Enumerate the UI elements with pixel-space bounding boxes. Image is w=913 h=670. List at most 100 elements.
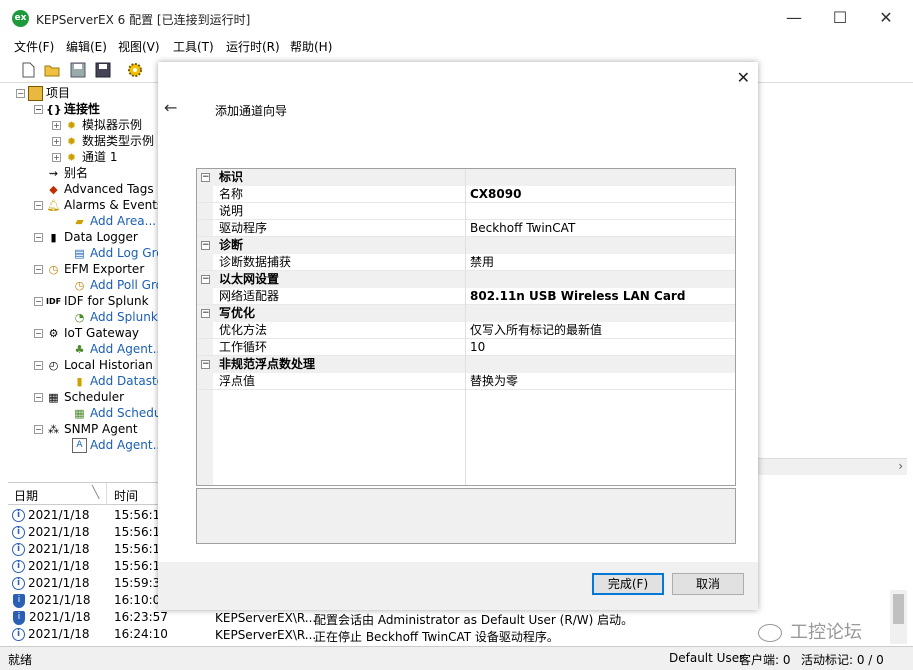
log-message-source: KEPServerEX\R... [215,611,317,625]
property-value[interactable]: 禁用 [470,254,494,270]
horizontal-scrollbar[interactable]: › [740,458,907,475]
property-row[interactable]: 网络适配器 802.11n USB Wireless LAN Card [197,288,735,305]
tree-item-add-agent-iot[interactable]: ♣ Add Agent... [72,341,158,357]
tree-item-alarms[interactable]: − 🔔︎ Alarms & Events [34,197,158,213]
property-value[interactable]: 仅写入所有标记的最新值 [470,322,602,338]
log-message-text: 正在停止 Beckhoff TwinCAT 设备驱动程序。 [314,630,559,644]
clock-icon: ◴ [48,359,59,372]
tree-item-connectivity[interactable]: −{} 连接性 [34,101,100,117]
save-as-icon[interactable] [94,61,112,79]
col-date[interactable]: 日期 [14,487,38,504]
tree-item-add-poll-group[interactable]: ◷Add Poll Group [72,277,158,293]
property-name: 优化方法 [219,323,268,337]
property-name: 工作循环 [219,340,268,354]
log-row[interactable]: i 2021/1/18 16:24:10 [12,626,168,643]
scroll-thumb[interactable] [893,594,904,624]
property-row[interactable]: 诊断数据捕获 禁用 [197,254,735,271]
collapse-icon[interactable]: − [201,173,210,182]
menu-runtime[interactable]: 运行时(R) [226,38,280,55]
col-time[interactable]: 时间 [114,487,138,504]
tree-item-idf-splunk[interactable]: − IDF IDF for Splunk [34,293,149,309]
property-category[interactable]: − 诊断 [197,237,735,254]
tree-item-alias[interactable]: ⇝ 别名 [46,165,88,181]
tree-item-scheduler[interactable]: − ▦ Scheduler [34,389,124,405]
log-row[interactable]: i 2021/1/18 15:56:13 [12,558,168,575]
property-name: 诊断数据捕获 [219,255,292,269]
log-row[interactable]: i 2021/1/18 15:59:35 [12,575,168,592]
collapse-icon[interactable]: − [201,241,210,250]
property-row[interactable]: 浮点值 替换为零 [197,373,735,390]
tree-item-advanced-tags[interactable]: ◆ Advanced Tags [46,181,153,197]
log-row[interactable]: i 2021/1/18 15:56:13 [12,524,168,541]
collapse-icon[interactable]: − [201,360,210,369]
info-icon: i [12,526,25,539]
log-row[interactable]: i 2021/1/18 16:10:02 [12,592,168,609]
property-row[interactable]: 名称 CX8090 [197,186,735,203]
tree-item-add-splunk[interactable]: ◔Add Splunk Co [72,309,158,325]
property-row[interactable]: 工作循环 10 [197,339,735,356]
tree-item-local-historian[interactable]: − ◴ Local Historian [34,357,153,373]
property-row[interactable]: 说明 [197,203,735,220]
property-description-panel [196,488,736,544]
collapse-icon[interactable]: − [201,309,210,318]
info-icon: i [12,560,25,573]
log-row[interactable]: i 2021/1/18 15:56:13 [12,507,168,524]
alias-icon: ⇝ [48,167,59,180]
menu-edit[interactable]: 编辑(E) [66,38,107,55]
menu-tools[interactable]: 工具(T) [173,38,214,55]
property-category[interactable]: − 以太网设置 [197,271,735,288]
add-channel-wizard-dialog: ✕ ← 添加通道向导 − 标识 名称 CX8090 说明 驱动程序 Beckhoff Twi… [158,62,758,610]
wechat-icon [758,624,782,642]
property-category[interactable]: − 写优化 [197,305,735,322]
tree-item-snmp-agent[interactable]: − ⁂ SNMP Agent [34,421,138,437]
property-category[interactable]: − 标识 [197,169,735,186]
security-shield-icon: i [13,593,25,608]
tree-item-add-datastore[interactable]: ▮Add Datastore [72,373,158,389]
gear-icon[interactable] [126,61,144,79]
log-message-text: 配置会话由 Administrator as Default User (R/W… [314,613,634,627]
tree-item-add-area[interactable]: ▰ Add Area... [72,213,156,229]
log-group-icon: ▤ [74,247,85,260]
back-arrow-icon[interactable]: ← [164,98,177,117]
save-icon[interactable] [69,61,87,79]
property-value[interactable]: Beckhoff TwinCAT [470,220,575,236]
poll-group-icon: ◷ [74,279,85,292]
new-file-icon[interactable] [19,61,37,79]
idf-icon: IDF [46,297,62,306]
property-value[interactable]: CX8090 [470,186,521,202]
tree-item-iot-gateway[interactable]: − ⚙ IoT Gateway [34,325,139,341]
property-row[interactable]: 驱动程序 Beckhoff TwinCAT [197,220,735,237]
maximize-button[interactable]: ☐ [817,4,863,32]
property-value[interactable]: 802.11n USB Wireless LAN Card [470,288,685,304]
vertical-scrollbar[interactable] [890,590,907,644]
tree-item-channel[interactable]: + ✹ 数据类型示例 [52,133,154,149]
property-value[interactable]: 10 [470,339,485,355]
status-active-tags: 活动标记: 0 / 0 [801,653,884,667]
property-row[interactable]: 优化方法 仅写入所有标记的最新值 [197,322,735,339]
collapse-icon[interactable]: − [201,275,210,284]
tree-item-add-agent-snmp[interactable]: A Add Agent... [72,437,158,453]
finish-button[interactable]: 完成(F) [592,573,664,595]
tree-item-root[interactable]: − 项目 [16,85,70,101]
log-row[interactable]: i 2021/1/18 16:23:57 [12,609,168,626]
tree-item-data-logger[interactable]: − ▮ Data Logger [34,229,138,245]
tree-item-channel[interactable]: + ✹ 通道 1 [52,149,117,165]
cancel-button[interactable]: 取消 [672,573,744,595]
database-icon: ▮ [50,231,57,244]
menu-help[interactable]: 帮助(H) [290,38,332,55]
property-value[interactable]: 替换为零 [470,373,518,389]
menu-view[interactable]: 视图(V) [118,38,160,55]
close-button[interactable]: ✕ [863,4,909,32]
scroll-right-icon[interactable]: › [898,459,903,473]
tree-item-add-log-group[interactable]: ▤Add Log Group [72,245,158,261]
tree-item-add-schedule[interactable]: ▦Add Schedule [72,405,158,421]
dialog-close-icon[interactable]: ✕ [737,68,750,87]
tree-item-efm-exporter[interactable]: − ◷ EFM Exporter [34,261,144,277]
open-folder-icon[interactable] [43,61,61,79]
log-row[interactable]: i 2021/1/18 15:56:13 [12,541,168,558]
property-category[interactable]: − 非规范浮点数处理 [197,356,735,373]
minimize-button[interactable]: — [771,4,817,32]
log-date: 2021/1/18 [28,627,90,641]
menu-file[interactable]: 文件(F) [14,38,54,55]
tree-item-channel[interactable]: + ✹ 模拟器示例 [52,117,142,133]
